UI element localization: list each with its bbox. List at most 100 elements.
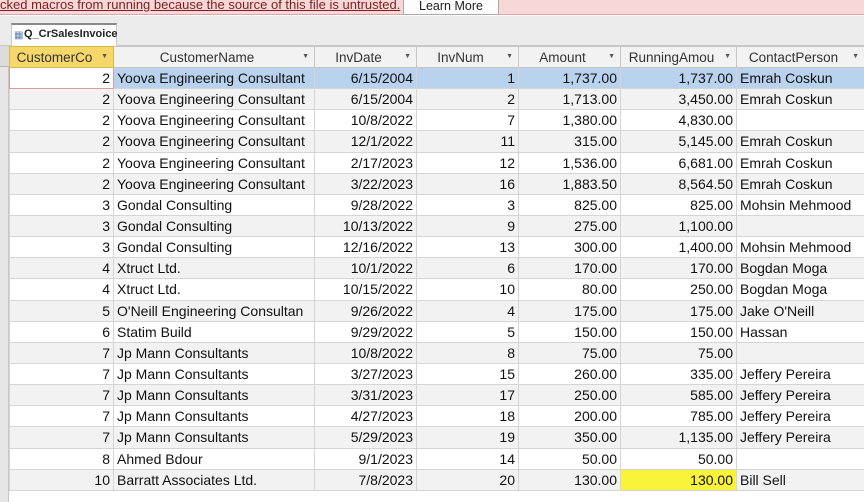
cell-inv-date[interactable]: 9/29/2022 — [314, 320, 417, 343]
cell-running-amount[interactable]: 4,830.00 — [620, 109, 737, 132]
cell-contact[interactable]: Jeffery Pereira — [736, 362, 864, 386]
cell-amount[interactable]: 1,737.00 — [518, 66, 621, 90]
table-row[interactable]: 2 Yoova Engineering Consultant 3/22/2023 16… — [9, 172, 864, 195]
cell-running-amount[interactable]: 5,145.00 — [620, 130, 737, 153]
cell-contact[interactable]: Emrah Coskun — [736, 130, 864, 153]
cell-inv-date[interactable]: 12/16/2022 — [314, 236, 417, 259]
cell-customer-name[interactable]: Yoova Engineering Consultant — [113, 88, 315, 111]
cell-running-amount[interactable]: 1,400.00 — [620, 236, 737, 259]
cell-contact[interactable] — [736, 447, 864, 470]
column-header-5[interactable]: RunningAmou ▼ — [620, 46, 737, 68]
cell-running-amount[interactable]: 150.00 — [620, 320, 737, 343]
cell-amount[interactable]: 1,536.00 — [518, 151, 621, 174]
table-row[interactable]: 2 Yoova Engineering Consultant 6/15/2004 1 1… — [9, 66, 864, 90]
table-row[interactable]: 7 Jp Mann Consultants 4/27/2023 18 200.00 785… — [9, 405, 864, 428]
cell-contact[interactable]: Emrah Coskun — [736, 172, 864, 195]
cell-inv-num[interactable]: 17 — [416, 384, 519, 407]
cell-inv-num[interactable]: 12 — [416, 151, 519, 174]
sort-filter-dropdown-icon[interactable]: ▼ — [608, 53, 615, 60]
column-header-6[interactable]: ContactPerson ▼ — [736, 46, 864, 68]
cell-amount[interactable]: 200.00 — [518, 405, 621, 428]
cell-customer-name[interactable]: Xtruct Ltd. — [113, 278, 315, 301]
cell-customer-code[interactable]: 2 — [9, 172, 114, 195]
cell-contact[interactable]: Bogdan Moga — [736, 257, 864, 280]
column-header-4[interactable]: Amount ▼ — [518, 46, 621, 68]
cell-customer-code[interactable]: 3 — [9, 236, 114, 259]
table-row[interactable]: 7 Jp Mann Consultants 10/8/2022 8 75.00 75.00 — [9, 341, 864, 364]
record-selector-column[interactable] — [0, 46, 9, 502]
cell-inv-date[interactable]: 5/29/2023 — [314, 426, 417, 449]
cell-inv-date[interactable]: 10/13/2022 — [314, 214, 417, 238]
table-row[interactable]: 3 Gondal Consulting 9/28/2022 3 825.00 825.00… — [9, 193, 864, 216]
cell-running-amount[interactable]: 170.00 — [620, 257, 737, 280]
cell-customer-code[interactable]: 2 — [9, 66, 114, 90]
table-row[interactable]: 10 Barratt Associates Ltd. 7/8/2023 20 130.0… — [9, 468, 864, 491]
cell-customer-code[interactable]: 3 — [9, 193, 114, 216]
cell-customer-name[interactable]: Barratt Associates Ltd. — [113, 468, 315, 491]
cell-inv-date[interactable]: 10/8/2022 — [314, 341, 417, 364]
cell-inv-num[interactable]: 19 — [416, 426, 519, 449]
cell-contact[interactable]: Emrah Coskun — [736, 151, 864, 174]
cell-customer-name[interactable]: Statim Build — [113, 320, 315, 343]
cell-running-amount[interactable]: 75.00 — [620, 341, 737, 364]
cell-customer-code[interactable]: 4 — [9, 278, 114, 301]
column-header-1[interactable]: CustomerName ▼ — [113, 46, 315, 68]
cell-inv-date[interactable]: 12/1/2022 — [314, 130, 417, 153]
cell-amount[interactable]: 150.00 — [518, 320, 621, 343]
cell-inv-num[interactable]: 18 — [416, 405, 519, 428]
cell-inv-num[interactable]: 11 — [416, 130, 519, 153]
cell-amount[interactable]: 275.00 — [518, 214, 621, 238]
cell-contact[interactable]: Emrah Coskun — [736, 66, 864, 90]
cell-inv-date[interactable]: 9/1/2023 — [314, 447, 417, 470]
cell-contact[interactable] — [736, 214, 864, 238]
cell-running-amount[interactable]: 3,450.00 — [620, 88, 737, 111]
cell-customer-name[interactable]: Gondal Consulting — [113, 193, 315, 216]
cell-contact[interactable]: Hassan — [736, 320, 864, 343]
cell-inv-num[interactable]: 14 — [416, 447, 519, 470]
cell-inv-date[interactable]: 6/15/2004 — [314, 66, 417, 90]
cell-inv-date[interactable]: 10/15/2022 — [314, 278, 417, 301]
cell-customer-name[interactable]: O'Neill Engineering Consultan — [113, 299, 315, 322]
cell-customer-code[interactable]: 10 — [9, 468, 114, 491]
cell-customer-name[interactable]: Yoova Engineering Consultant — [113, 66, 315, 90]
cell-inv-num[interactable]: 10 — [416, 278, 519, 301]
cell-running-amount[interactable]: 785.00 — [620, 405, 737, 428]
cell-amount[interactable]: 80.00 — [518, 278, 621, 301]
cell-running-amount[interactable]: 8,564.50 — [620, 172, 737, 195]
cell-customer-code[interactable]: 2 — [9, 109, 114, 132]
cell-contact[interactable] — [736, 109, 864, 132]
cell-customer-name[interactable]: Yoova Engineering Consultant — [113, 172, 315, 195]
cell-inv-num[interactable]: 1 — [416, 66, 519, 90]
select-all-corner[interactable] — [0, 46, 9, 67]
cell-inv-num[interactable]: 5 — [416, 320, 519, 343]
cell-customer-name[interactable]: Gondal Consulting — [113, 236, 315, 259]
cell-customer-name[interactable]: Xtruct Ltd. — [113, 257, 315, 280]
cell-customer-name[interactable]: Yoova Engineering Consultant — [113, 151, 315, 174]
cell-running-amount[interactable]: 6,681.00 — [620, 151, 737, 174]
sort-filter-dropdown-icon[interactable]: ▼ — [724, 53, 731, 60]
cell-inv-num[interactable]: 15 — [416, 362, 519, 386]
cell-customer-code[interactable]: 7 — [9, 362, 114, 386]
cell-inv-date[interactable]: 9/26/2022 — [314, 299, 417, 322]
cell-contact[interactable]: Jeffery Pereira — [736, 426, 864, 449]
learn-more-button[interactable]: Learn More — [403, 0, 499, 15]
cell-amount[interactable]: 315.00 — [518, 130, 621, 153]
column-header-2[interactable]: InvDate ▼ — [314, 46, 417, 68]
cell-inv-num[interactable]: 13 — [416, 236, 519, 259]
cell-amount[interactable]: 350.00 — [518, 426, 621, 449]
cell-inv-num[interactable]: 20 — [416, 468, 519, 491]
table-row[interactable]: 2 Yoova Engineering Consultant 10/8/2022 7 1… — [9, 109, 864, 132]
cell-inv-date[interactable]: 6/15/2004 — [314, 88, 417, 111]
cell-customer-name[interactable]: Jp Mann Consultants — [113, 341, 315, 364]
cell-amount[interactable]: 260.00 — [518, 362, 621, 386]
cell-customer-name[interactable]: Gondal Consulting — [113, 214, 315, 238]
cell-contact[interactable]: Jeffery Pereira — [736, 384, 864, 407]
cell-inv-num[interactable]: 9 — [416, 214, 519, 238]
cell-running-amount[interactable]: 585.00 — [620, 384, 737, 407]
table-row[interactable]: 3 Gondal Consulting 10/13/2022 9 275.00 1,100… — [9, 214, 864, 238]
cell-inv-date[interactable]: 10/8/2022 — [314, 109, 417, 132]
table-row[interactable]: 4 Xtruct Ltd. 10/15/2022 10 80.00 250.00 Bogda… — [9, 278, 864, 301]
cell-inv-date[interactable]: 9/28/2022 — [314, 193, 417, 216]
cell-customer-code[interactable]: 8 — [9, 447, 114, 470]
cell-amount[interactable]: 1,380.00 — [518, 109, 621, 132]
